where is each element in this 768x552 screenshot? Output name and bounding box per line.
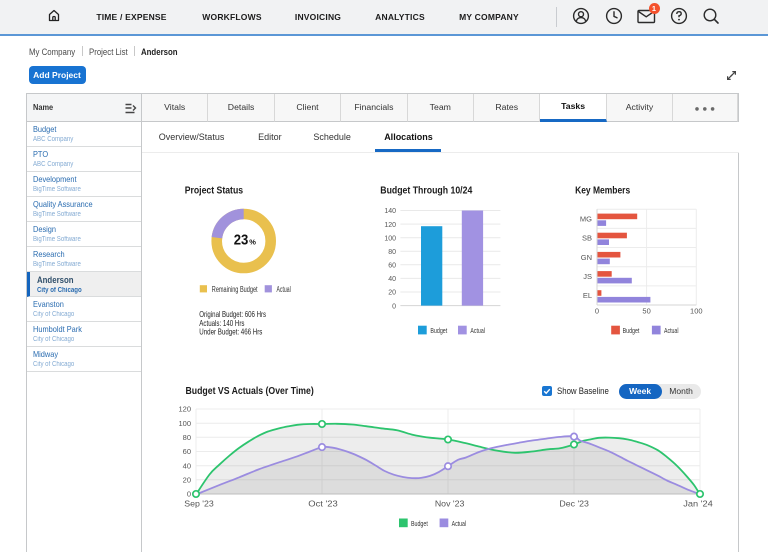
svg-text:Actual: Actual	[277, 285, 291, 294]
svg-text:Budget: Budget	[623, 326, 640, 335]
svg-text:Budget Through 10/24: Budget Through 10/24	[380, 186, 472, 197]
svg-text:60: 60	[183, 447, 191, 456]
svg-text:60: 60	[388, 263, 396, 270]
svg-text:%: %	[249, 237, 256, 246]
svg-text:JS: JS	[583, 272, 592, 281]
svg-text:MG: MG	[580, 215, 592, 224]
svg-text:23: 23	[234, 232, 249, 249]
svg-text:Actual: Actual	[664, 326, 679, 335]
svg-text:Remaining Budget: Remaining Budget	[212, 285, 258, 294]
svg-text:Budget VS Actuals (Over Time): Budget VS Actuals (Over Time)	[186, 386, 314, 397]
svg-text:100: 100	[690, 307, 703, 316]
svg-text:Dec '23: Dec '23	[559, 499, 589, 509]
svg-text:100: 100	[384, 235, 396, 242]
svg-text:0: 0	[187, 490, 191, 499]
svg-text:50: 50	[642, 307, 650, 316]
svg-text:80: 80	[388, 249, 396, 256]
svg-text:0: 0	[392, 303, 396, 310]
svg-text:20: 20	[183, 476, 191, 485]
svg-text:GN: GN	[581, 253, 592, 262]
svg-text:Key Members: Key Members	[575, 186, 630, 197]
svg-text:Budget: Budget	[411, 519, 428, 528]
svg-text:Sep '23: Sep '23	[184, 499, 214, 509]
svg-text:Under Budget: 466 Hrs: Under Budget: 466 Hrs	[199, 327, 262, 337]
svg-text:Actual: Actual	[470, 326, 485, 335]
svg-text:20: 20	[388, 290, 396, 297]
svg-text:0: 0	[595, 307, 599, 316]
svg-text:Project Status: Project Status	[185, 186, 244, 197]
svg-text:120: 120	[384, 222, 396, 229]
svg-text:120: 120	[178, 405, 191, 414]
svg-text:40: 40	[388, 276, 396, 283]
svg-text:Actual: Actual	[452, 519, 467, 528]
svg-text:SB: SB	[582, 234, 592, 243]
svg-text:100: 100	[178, 419, 191, 428]
svg-text:Jan '24: Jan '24	[683, 499, 713, 509]
svg-text:140: 140	[384, 208, 396, 215]
svg-text:Nov '23: Nov '23	[435, 499, 465, 509]
svg-text:40: 40	[183, 461, 191, 470]
svg-text:80: 80	[183, 433, 191, 442]
svg-text:Oct '23: Oct '23	[308, 499, 338, 509]
svg-text:Budget: Budget	[430, 326, 447, 335]
svg-text:EL: EL	[583, 291, 592, 300]
